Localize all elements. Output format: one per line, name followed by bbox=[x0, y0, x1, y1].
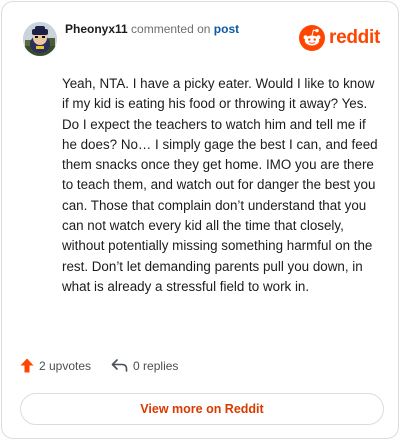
view-more-button[interactable]: View more on Reddit bbox=[20, 393, 384, 425]
reddit-comment-card: Pheonyx11 commented on post reddit Yeah,… bbox=[1, 1, 399, 439]
upvotes-count: 2 upvotes bbox=[39, 358, 92, 373]
upvote-arrow-icon bbox=[20, 358, 34, 373]
reply-arrow-icon bbox=[111, 359, 128, 372]
username-link[interactable]: Pheonyx11 bbox=[65, 22, 128, 36]
user-avatar-icon[interactable] bbox=[23, 22, 57, 56]
comment-stats: 2 upvotes 0 replies bbox=[20, 358, 178, 373]
commented-on-text: commented on bbox=[131, 22, 211, 36]
comment-header: Pheonyx11 commented on post reddit bbox=[23, 22, 380, 56]
reddit-logo-icon bbox=[299, 25, 326, 51]
comment-text: Yeah, NTA. I have a picky eater. Would I… bbox=[62, 76, 378, 294]
comment-meta: Pheonyx11 commented on post bbox=[65, 22, 239, 36]
reddit-wordmark: reddit bbox=[329, 27, 380, 48]
replies-stat[interactable]: 0 replies bbox=[111, 359, 178, 373]
reddit-brand[interactable]: reddit bbox=[299, 25, 380, 51]
replies-count: 0 replies bbox=[133, 358, 179, 373]
post-link[interactable]: post bbox=[214, 22, 239, 36]
upvotes-stat[interactable]: 2 upvotes bbox=[20, 358, 91, 373]
